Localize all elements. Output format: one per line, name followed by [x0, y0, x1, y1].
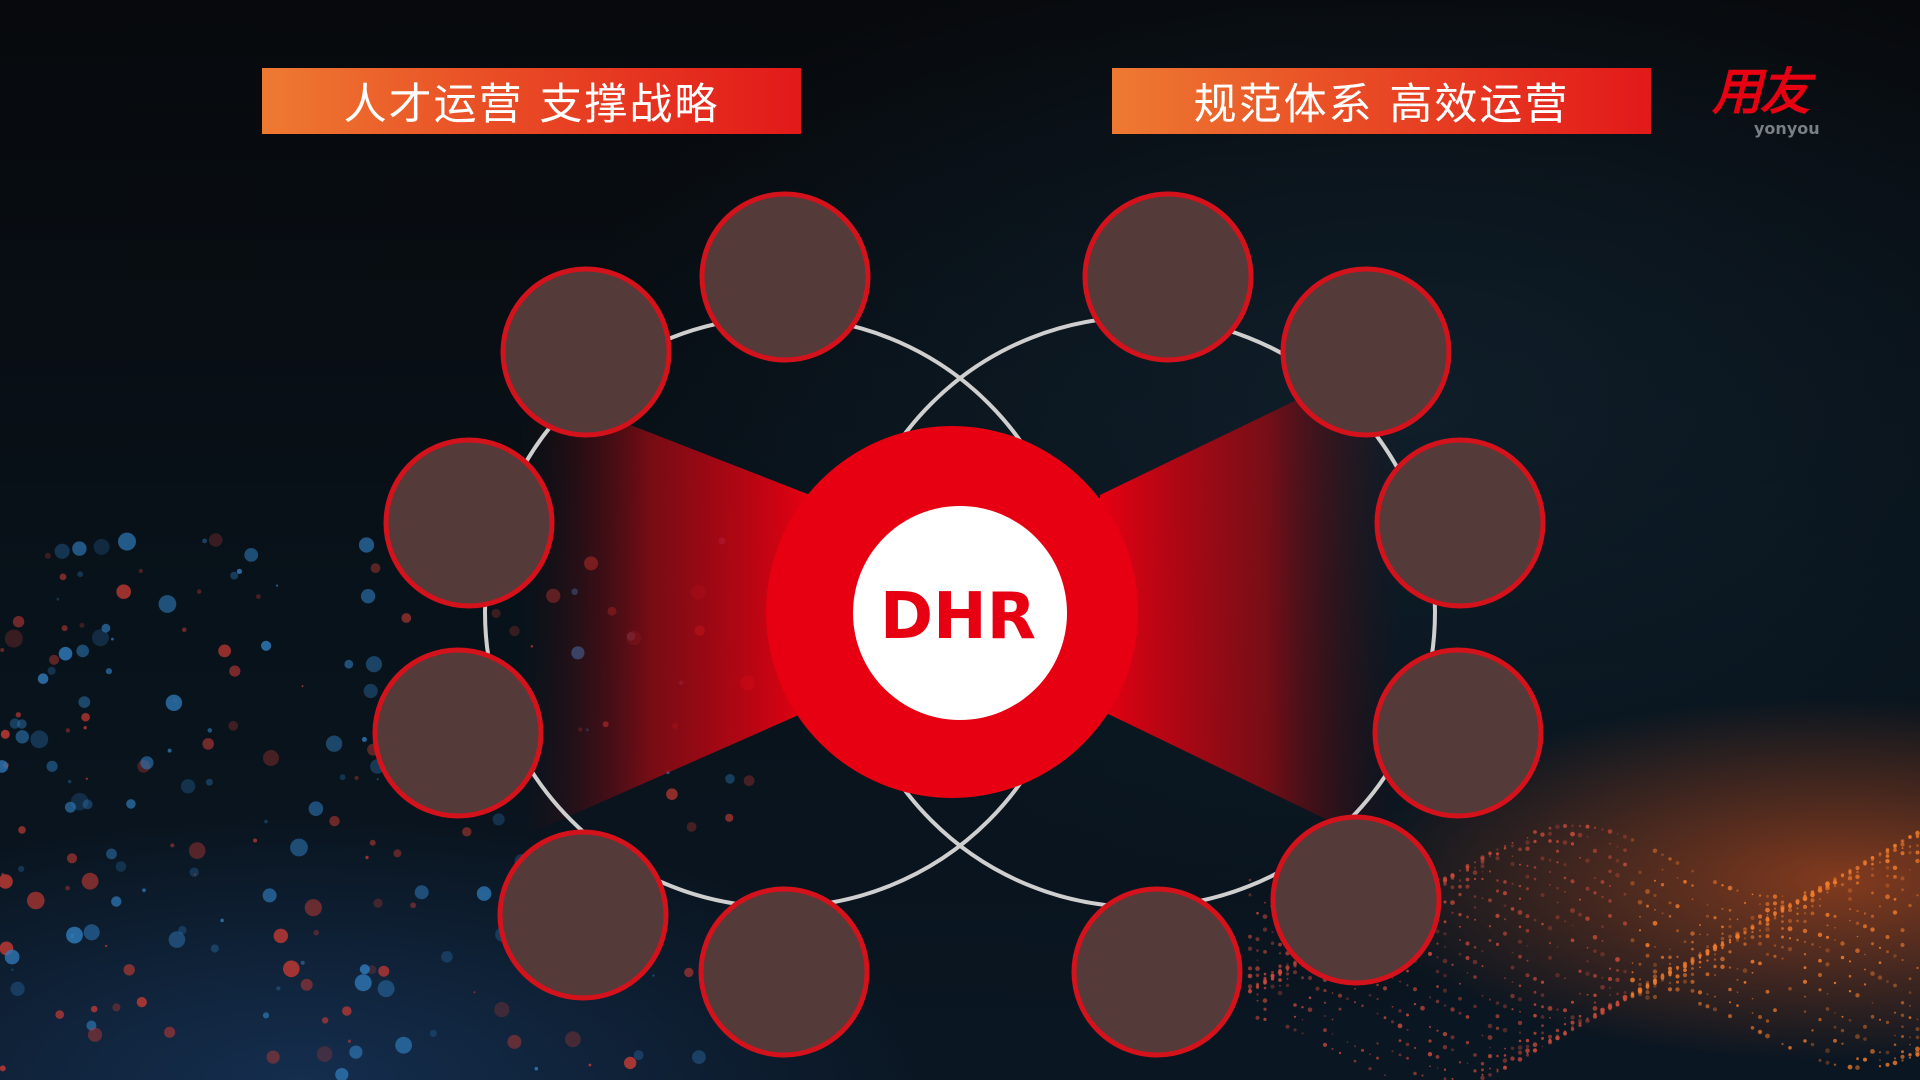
node-right-4 — [1372, 647, 1544, 819]
node-left-2 — [500, 266, 672, 438]
node-right-1 — [1082, 191, 1254, 363]
node-left-4 — [372, 647, 544, 819]
dhr-diagram: DHR — [372, 191, 1546, 1058]
node-right-6 — [1071, 886, 1243, 1058]
center-label: DHR — [880, 580, 1036, 654]
node-left-3 — [383, 437, 555, 609]
slide-background: 人才运营 支撑战略 规范体系 高效运营 用友 yonyou DHR — [0, 0, 1920, 1080]
node-left-5 — [497, 829, 669, 1001]
node-right-2 — [1280, 266, 1452, 438]
node-right-3 — [1374, 437, 1546, 609]
node-right-5 — [1270, 814, 1442, 986]
node-left-1 — [699, 191, 871, 363]
node-left-6 — [698, 886, 870, 1058]
